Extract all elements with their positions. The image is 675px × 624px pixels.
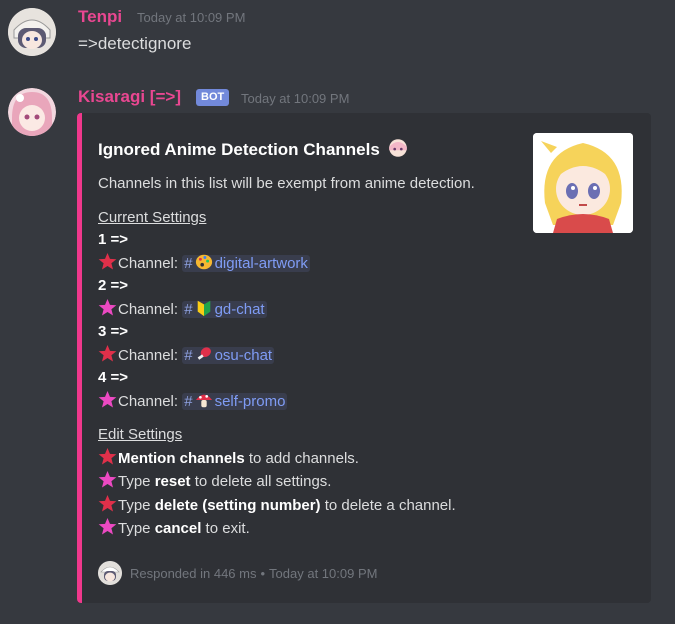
star-icon: [98, 390, 117, 407]
star-icon: [98, 447, 117, 464]
embed-title: Ignored Anime Detection Channels: [98, 137, 411, 160]
star-icon: [98, 344, 117, 361]
embed-thumbnail[interactable]: [533, 133, 633, 233]
entry-number: 2 =>: [98, 277, 129, 294]
username-kisaragi[interactable]: Kisaragi [=>]: [78, 87, 181, 107]
description-text: Channels in this list will be exempt fro…: [98, 175, 475, 192]
star-icon: [98, 298, 117, 315]
edit-settings-heading: Edit Settings: [98, 426, 183, 443]
anime-girl-emoji-icon: [388, 139, 407, 157]
channel-mention[interactable]: # self-promo: [182, 392, 288, 410]
entry-row: Channel: # osu-chat: [98, 344, 528, 368]
embed: Ignored Anime Detection Channels Channel…: [77, 113, 651, 603]
channel-mention[interactable]: # gd-chat: [182, 300, 267, 318]
embed-footer: Responded in 446 ms • Today at 10:09 PM: [98, 561, 377, 585]
palette-emoji-icon: [195, 254, 212, 269]
channel-mention[interactable]: # digital-artwork: [182, 254, 310, 272]
current-settings-heading: Current Settings: [98, 208, 207, 226]
star-icon: [98, 252, 117, 269]
embed-description: Channels in this list will be exempt fro…: [98, 173, 528, 541]
entry-number: 3 =>: [98, 323, 129, 340]
bot-badge: BOT: [196, 89, 230, 106]
avatar-tenpi[interactable]: [8, 8, 56, 56]
entry-number: 4 =>: [98, 369, 129, 386]
timestamp: Today at 10:09 PM: [241, 91, 350, 106]
username-tenpi[interactable]: Tenpi: [78, 7, 122, 27]
edit-line: Type delete (setting number) to delete a…: [98, 494, 528, 518]
timestamp: Today at 10:09 PM: [137, 10, 246, 25]
star-icon: [98, 470, 117, 488]
channel-mention[interactable]: # osu-chat: [182, 346, 275, 364]
entry-row: Channel: # gd-chat: [98, 298, 528, 322]
entry-row: Channel: # self-promo: [98, 390, 528, 414]
footer-text: Responded in 446 ms: [130, 566, 257, 581]
message-text: =>detectignore: [78, 34, 192, 53]
beginner-shield-emoji-icon: [197, 300, 210, 316]
edit-line: Type reset to delete all settings.: [98, 470, 528, 494]
footer-avatar: [98, 561, 122, 585]
edit-line: Type cancel to exit.: [98, 517, 528, 541]
footer-timestamp: Today at 10:09 PM: [269, 566, 378, 581]
drumstick-emoji-icon: [197, 346, 211, 360]
message-tenpi: Tenpi Today at 10:09 PM =>detectignore: [0, 0, 675, 70]
entry-row: Channel: # digital-artwork: [98, 252, 528, 276]
star-icon: [98, 494, 117, 511]
star-icon: [98, 517, 117, 535]
mushroom-emoji-icon: [195, 394, 212, 407]
entry-number: 1 =>: [98, 231, 129, 248]
edit-line: Mention channels to add channels.: [98, 447, 528, 471]
avatar-kisaragi[interactable]: [8, 88, 56, 136]
